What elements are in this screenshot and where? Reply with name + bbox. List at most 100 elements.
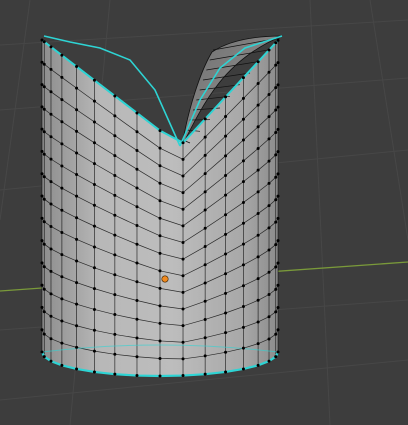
vertex <box>256 125 260 129</box>
vertex <box>40 239 44 243</box>
vertex <box>92 141 96 145</box>
vertex <box>267 70 271 74</box>
vertex <box>92 328 96 332</box>
vertex <box>113 313 117 317</box>
vertex <box>113 332 117 336</box>
object-origin-icon <box>161 275 169 283</box>
vertex <box>256 103 260 107</box>
vertex <box>241 305 245 309</box>
vertex <box>92 162 96 166</box>
vertex <box>42 310 46 314</box>
vertex <box>49 90 53 94</box>
vertex <box>49 157 53 161</box>
vertex <box>267 359 271 363</box>
vertex <box>49 112 53 116</box>
vertex <box>40 105 44 109</box>
vertex <box>256 277 260 281</box>
vertex <box>203 190 207 194</box>
vertex <box>181 207 185 211</box>
vertex <box>181 274 185 278</box>
vertex <box>241 325 245 329</box>
vertex <box>276 172 280 176</box>
vertex <box>203 372 207 376</box>
vertex <box>75 151 79 155</box>
vertex <box>49 292 53 296</box>
vertex <box>241 346 245 350</box>
vertex <box>224 232 228 236</box>
vertex <box>75 194 79 198</box>
vertex <box>42 130 46 134</box>
vertex <box>60 75 64 79</box>
vertex <box>181 257 185 261</box>
vertex <box>181 241 185 245</box>
vertex <box>256 168 260 172</box>
vertex <box>42 175 46 179</box>
vertex <box>42 242 46 246</box>
vertex <box>135 317 139 321</box>
mesh-object[interactable] <box>41 35 283 377</box>
vertex <box>267 204 271 208</box>
vertex <box>224 350 228 354</box>
vertex <box>75 281 79 285</box>
vertex <box>135 223 139 227</box>
vertex <box>75 324 79 328</box>
vertex <box>274 63 278 67</box>
vertex <box>92 78 96 82</box>
vertex <box>40 305 44 309</box>
vertex <box>75 237 79 241</box>
vertex <box>267 226 271 230</box>
vertex <box>135 205 139 209</box>
vertex <box>135 355 139 359</box>
vertex <box>42 62 46 66</box>
vertex <box>113 94 117 98</box>
vertex <box>256 60 260 64</box>
vertex <box>181 374 185 378</box>
vertex <box>42 287 46 291</box>
vertex <box>256 320 260 324</box>
vertex <box>60 208 64 212</box>
vertex <box>75 367 79 371</box>
vertex <box>181 340 185 344</box>
3d-viewport[interactable] <box>0 0 408 425</box>
vertex <box>276 305 280 309</box>
vertex <box>274 265 278 269</box>
vertex <box>224 291 228 295</box>
vertex <box>92 224 96 228</box>
vertex <box>135 374 139 378</box>
vertex <box>42 40 46 44</box>
vertex <box>276 216 280 220</box>
vertex <box>241 284 245 288</box>
vertex <box>274 130 278 134</box>
vertex <box>203 172 207 176</box>
vertex <box>203 336 207 340</box>
vertex <box>224 95 228 99</box>
vertex <box>267 270 271 274</box>
vertex <box>267 315 271 319</box>
vertex <box>203 208 207 212</box>
vertex <box>75 345 79 349</box>
vertex <box>267 115 271 119</box>
vertex <box>267 159 271 163</box>
vertex <box>274 108 278 112</box>
vertex <box>256 298 260 302</box>
vertex <box>276 328 280 332</box>
vertex <box>92 349 96 353</box>
vertex <box>49 337 53 341</box>
vertex <box>135 130 139 134</box>
vertex <box>42 265 46 269</box>
vertex <box>49 135 53 139</box>
vertex <box>267 92 271 96</box>
vertex <box>241 117 245 121</box>
vertex <box>113 134 117 138</box>
vertex <box>49 67 53 71</box>
vertex <box>274 332 278 336</box>
vertex <box>256 81 260 85</box>
vertex <box>60 297 64 301</box>
vertex <box>135 148 139 152</box>
vertex <box>276 239 280 243</box>
vertex <box>158 199 162 203</box>
viewport-canvas[interactable] <box>0 0 408 425</box>
vertex <box>158 251 162 255</box>
vertex <box>135 299 139 303</box>
vertex <box>40 172 44 176</box>
